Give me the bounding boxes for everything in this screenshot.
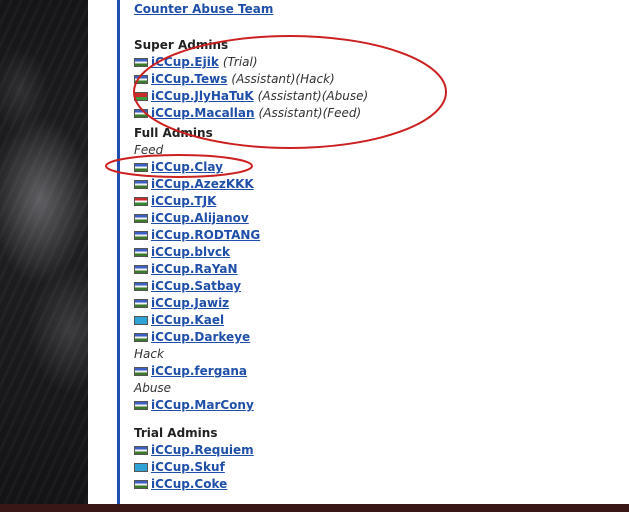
admin-name-link[interactable]: iCCup.Tews [151,71,227,88]
panel-left-border [117,0,120,504]
admin-entry: iCCup.Tews (Assistant)(Hack) [134,71,368,88]
admin-entry: iCCup.JlyHaTuK (Assistant)(Abuse) [134,88,368,105]
flag-icon [134,367,148,376]
admin-entry: iCCup.blvck [134,244,368,261]
admin-role: (Assistant)(Abuse) [257,89,369,103]
admin-entry: iCCup.RaYaN [134,261,368,278]
admin-entry: iCCup.Jawiz [134,295,368,312]
admin-name-link[interactable]: iCCup.Jawiz [151,295,229,312]
flag-icon [134,231,148,240]
admin-entry: iCCup.Alijanov [134,210,368,227]
admin-entry: iCCup.Coke [134,476,368,493]
flag-icon [134,180,148,189]
flag-icon [134,401,148,410]
admin-name-link[interactable]: iCCup.Requiem [151,442,254,459]
flag-icon [134,92,148,101]
admin-entry: iCCup.Clay [134,159,368,176]
admin-name-link[interactable]: iCCup.JlyHaTuK [151,88,254,105]
admin-name-link[interactable]: iCCup.Ejik [151,54,219,71]
admin-entry: iCCup.MarCony [134,397,368,414]
admin-name-link[interactable]: iCCup.RODTANG [151,227,260,244]
admin-list: Counter Abuse Team Super Admins iCCup.Eji… [134,0,368,493]
content-panel: Counter Abuse Team Super Admins iCCup.Eji… [88,0,629,504]
admin-entry: iCCup.Ejik (Trial) [134,54,368,71]
admin-name-link[interactable]: iCCup.AzezKKK [151,176,254,193]
flag-icon [134,480,148,489]
admin-name-link[interactable]: iCCup.blvck [151,244,230,261]
flag-icon [134,58,148,67]
admin-entry: iCCup.AzezKKK [134,176,368,193]
admin-name-link[interactable]: iCCup.Macallan [151,105,255,122]
admin-name-link[interactable]: iCCup.Coke [151,476,227,493]
admin-entry: iCCup.Darkeye [134,329,368,346]
admin-entry: iCCup.TJK [134,193,368,210]
admin-name-link[interactable]: iCCup.RaYaN [151,261,237,278]
section-title: Super Admins [134,38,229,52]
flag-icon [134,282,148,291]
admin-name-link[interactable]: iCCup.Alijanov [151,210,249,227]
flag-icon [134,265,148,274]
counter-abuse-team-link[interactable]: Counter Abuse Team [134,1,368,18]
admin-name-link[interactable]: iCCup.Clay [151,159,223,176]
admin-entry: iCCup.fergana [134,363,368,380]
flag-icon [134,197,148,206]
flag-icon [134,316,148,325]
flag-icon [134,446,148,455]
admin-entry: iCCup.RODTANG [134,227,368,244]
group-subheading: Hack [134,347,164,361]
admin-entry: iCCup.Macallan (Assistant)(Feed) [134,105,368,122]
admin-name-link[interactable]: iCCup.Kael [151,312,224,329]
admin-entry: iCCup.Satbay [134,278,368,295]
group-subheading: Feed [134,143,164,157]
flag-icon [134,299,148,308]
admin-name-link[interactable]: iCCup.Skuf [151,459,225,476]
admin-entry: iCCup.Kael [134,312,368,329]
flag-icon [134,248,148,257]
admin-role: (Assistant)(Feed) [258,106,362,120]
section-title: Full Admins [134,126,213,140]
group-subheading: Abuse [134,381,172,395]
page-bottom-bar [0,504,629,512]
flag-icon [134,333,148,342]
admin-entry: iCCup.Requiem [134,442,368,459]
flag-icon [134,163,148,172]
flag-icon [134,463,148,472]
admin-name-link[interactable]: iCCup.Darkeye [151,329,250,346]
admin-role: (Trial) [222,55,258,69]
admin-entry: iCCup.Skuf [134,459,368,476]
admin-name-link[interactable]: iCCup.TJK [151,193,216,210]
flag-icon [134,109,148,118]
admin-role: (Assistant)(Hack) [231,72,335,86]
section-title: Trial Admins [134,426,218,440]
admin-name-link[interactable]: iCCup.MarCony [151,397,254,414]
flag-icon [134,214,148,223]
flag-icon [134,75,148,84]
admin-name-link[interactable]: iCCup.Satbay [151,278,241,295]
admin-name-link[interactable]: iCCup.fergana [151,363,247,380]
